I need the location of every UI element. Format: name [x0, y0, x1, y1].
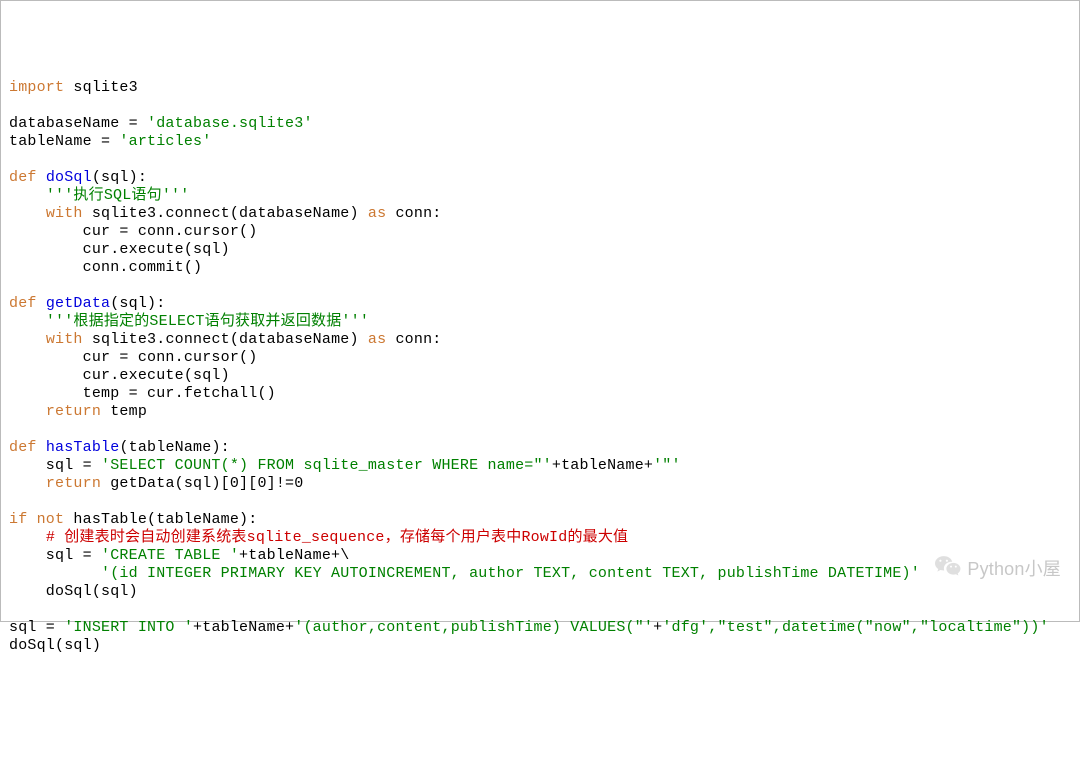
code-line	[9, 421, 1071, 439]
watermark-text: Python小屋	[967, 559, 1061, 581]
code-line	[9, 601, 1071, 619]
code-line: with sqlite3.connect(databaseName) as co…	[9, 331, 1071, 349]
code-line: def hasTable(tableName):	[9, 439, 1071, 457]
code-line: '(id INTEGER PRIMARY KEY AUTOINCREMENT, …	[9, 565, 1071, 583]
code-line: import sqlite3	[9, 79, 1071, 97]
code-line	[9, 97, 1071, 115]
code-line	[9, 493, 1071, 511]
code-line: doSql(sql)	[9, 637, 1071, 655]
code-line: '''执行SQL语句'''	[9, 187, 1071, 205]
code-line: '''根据指定的SELECT语句获取并返回数据'''	[9, 313, 1071, 331]
watermark: Python小屋	[915, 534, 1061, 605]
code-line: databaseName = 'database.sqlite3'	[9, 115, 1071, 133]
wechat-icon	[915, 534, 962, 605]
code-line	[9, 151, 1071, 169]
code-line	[9, 277, 1071, 295]
code-line: def doSql(sql):	[9, 169, 1071, 187]
code-line: # 创建表时会自动创建系统表sqlite_sequence，存储每个用户表中Ro…	[9, 529, 1071, 547]
code-line: conn.commit()	[9, 259, 1071, 277]
code-line: cur.execute(sql)	[9, 367, 1071, 385]
code-line: cur = conn.cursor()	[9, 349, 1071, 367]
code-line: return temp	[9, 403, 1071, 421]
code-line: cur = conn.cursor()	[9, 223, 1071, 241]
code-line: sql = 'SELECT COUNT(*) FROM sqlite_maste…	[9, 457, 1071, 475]
code-line: if not hasTable(tableName):	[9, 511, 1071, 529]
code-line: def getData(sql):	[9, 295, 1071, 313]
code-line: sql = 'CREATE TABLE '+tableName+\	[9, 547, 1071, 565]
code-line: tableName = 'articles'	[9, 133, 1071, 151]
code-line: doSql(sql)	[9, 583, 1071, 601]
code-line: cur.execute(sql)	[9, 241, 1071, 259]
code-block: import sqlite3 databaseName = 'database.…	[9, 79, 1071, 655]
code-line: temp = cur.fetchall()	[9, 385, 1071, 403]
code-line: with sqlite3.connect(databaseName) as co…	[9, 205, 1071, 223]
code-line: return getData(sql)[0][0]!=0	[9, 475, 1071, 493]
